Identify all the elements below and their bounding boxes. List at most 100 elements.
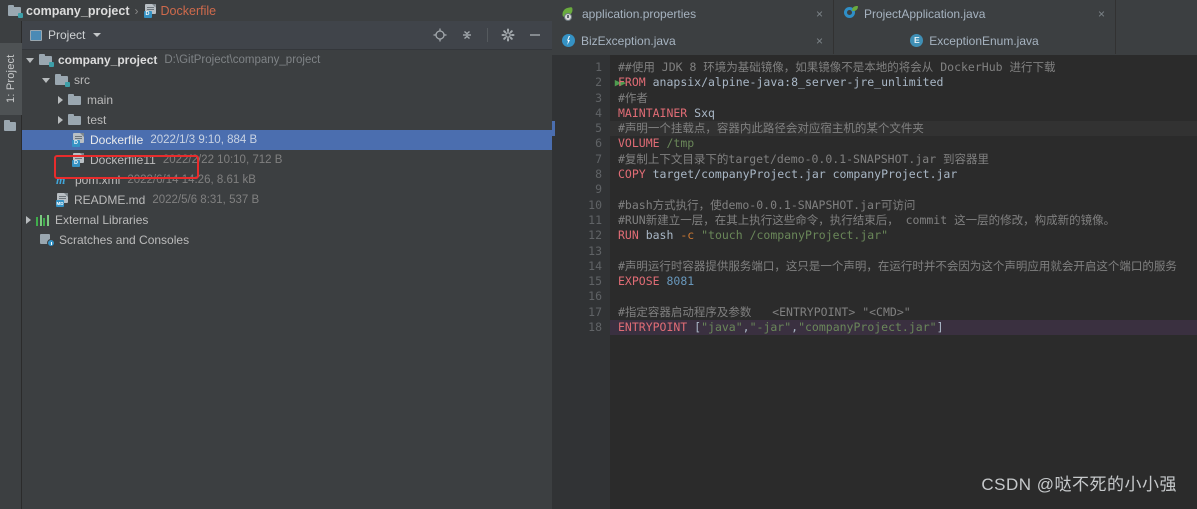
- code-line[interactable]: [610, 182, 1197, 197]
- chevron-down-icon[interactable]: [93, 33, 102, 37]
- sidebar-item-project-toolwindow[interactable]: 1: Project: [0, 43, 22, 115]
- java-class-icon: [562, 34, 575, 47]
- tree-item-label: src: [74, 73, 90, 87]
- code-line[interactable]: COPY target/companyProject.jar companyPr…: [610, 167, 1197, 182]
- tree-row[interactable]: company_project D:\GitProject\company_pro…: [22, 50, 552, 70]
- code-token: ENTRYPOINT: [618, 320, 695, 335]
- editor-tab-content: BizException.java: [562, 34, 676, 48]
- tree-item-label: pom.xml: [75, 173, 121, 187]
- editor-tab[interactable]: application.properties ×: [552, 0, 834, 27]
- code-token: FROM: [618, 75, 653, 90]
- tree-row[interactable]: D Dockerfile11 2022/2/22 10:10, 712 B: [22, 150, 552, 170]
- chevron-right-icon[interactable]: [58, 96, 63, 104]
- code-token: /tmp: [666, 136, 695, 151]
- code-token: 8081: [666, 274, 695, 289]
- code-token: "companyProject.jar": [798, 320, 937, 335]
- editor-tab-row-1[interactable]: application.properties × ProjectApplicatio…: [552, 0, 1197, 27]
- locate-icon[interactable]: [433, 28, 447, 42]
- code-line[interactable]: RUN bash -c "touch /companyProject.jar": [610, 228, 1197, 243]
- code-editor[interactable]: 1 2 ▶▶ 3 4 5 6 7 8 9 10 11 12 13 14 15 16 17 18 ##使用 JDK 8…: [552, 55, 1197, 509]
- code-line[interactable]: #声明一个挂载点，容器内此路径会对应宿主机的某个文件夹: [610, 121, 1197, 137]
- code-token: bash: [645, 228, 681, 243]
- code-line[interactable]: ENTRYPOINT ["java","-jar","companyProjec…: [610, 320, 1197, 336]
- settings-gear-icon[interactable]: [501, 28, 515, 42]
- libraries-icon: [36, 214, 50, 226]
- breadcrumb-item-project[interactable]: company_project: [8, 4, 130, 18]
- tree-item-label: Dockerfile11: [90, 153, 156, 167]
- code-line[interactable]: VOLUME /tmp: [610, 136, 1197, 151]
- editor-tab-content: application.properties: [561, 7, 696, 21]
- gutter-line-number: 1: [595, 60, 602, 74]
- code-token: #声明运行时容器提供服务端口，这只是一个声明，在运行时并不会因为这个声明应用就会…: [618, 258, 1177, 273]
- close-icon[interactable]: ×: [816, 8, 823, 20]
- code-token: ]: [936, 320, 944, 335]
- chevron-right-icon[interactable]: [58, 116, 63, 124]
- ide-window: company_project › D Dockerfile 1: Projec…: [0, 0, 1197, 509]
- code-token: EXPOSE: [618, 274, 667, 289]
- gutter-line-number: 3: [595, 90, 602, 105]
- editor-tab-row-2[interactable]: BizException.java × E ExceptionEnum.java: [552, 27, 1197, 55]
- code-line[interactable]: FROM anapsix/alpine-java:8_server-jre_un…: [610, 75, 1197, 90]
- editor-tab-label: ProjectApplication.java: [864, 6, 986, 21]
- gutter-line-number: 10: [588, 197, 602, 212]
- gutter-line-number: 5: [552, 121, 610, 137]
- gutter-line-number: 15: [588, 274, 602, 289]
- folder-icon: [39, 54, 54, 67]
- code-content[interactable]: ##使用 JDK 8 环境为基础镜像，如果镜像不是本地的将会从 DockerHu…: [610, 55, 1197, 509]
- code-token: COPY: [618, 167, 653, 182]
- code-line[interactable]: #声明运行时容器提供服务端口，这只是一个声明，在运行时并不会因为这个声明应用就会…: [610, 259, 1197, 274]
- code-token: ##使用 JDK 8 环境为基础镜像，如果镜像不是本地的将会从 DockerHu…: [618, 60, 1056, 74]
- breadcrumb-separator: ›: [134, 3, 139, 18]
- tree-item-label: Dockerfile: [90, 133, 144, 147]
- tree-row[interactable]: Scratches and Consoles: [22, 230, 552, 250]
- gutter-line-number: 13: [588, 243, 602, 258]
- tree-item-label: Scratches and Consoles: [59, 233, 190, 247]
- code-line[interactable]: [610, 244, 1197, 259]
- tree-row-selected[interactable]: D Dockerfile 2022/1/3 9:10, 884 B: [22, 130, 552, 150]
- code-line[interactable]: ##使用 JDK 8 环境为基础镜像，如果镜像不是本地的将会从 DockerHu…: [610, 60, 1197, 75]
- code-line[interactable]: #复制上下文目录下的target/demo-0.0.1-SNAPSHOT.jar…: [610, 152, 1197, 167]
- chevron-down-icon[interactable]: [42, 77, 50, 83]
- breadcrumb-file-label: Dockerfile: [160, 3, 217, 18]
- editor-tab[interactable]: BizException.java ×: [552, 27, 834, 54]
- editor-gutter[interactable]: 1 2 ▶▶ 3 4 5 6 7 8 9 10 11 12 13 14 15 16 17 18: [552, 55, 626, 509]
- tree-row[interactable]: src: [22, 70, 552, 90]
- tree-item-meta: 2022/2/22 10:10, 712 B: [162, 154, 283, 166]
- tree-row[interactable]: main: [22, 90, 552, 110]
- collapse-all-icon[interactable]: [460, 28, 474, 42]
- editor-tab[interactable]: E ExceptionEnum.java: [834, 27, 1116, 54]
- watermark: CSDN @哒不死的小小强: [981, 475, 1177, 494]
- tree-row[interactable]: m pom.xml 2022/6/14 14:26, 8.61 kB: [22, 170, 552, 190]
- tree-row[interactable]: External Libraries: [22, 210, 552, 230]
- project-panel-header: Project: [22, 21, 552, 50]
- tree-item-label: README.md: [74, 193, 146, 207]
- code-token: Sxq: [694, 105, 715, 120]
- project-tree[interactable]: company_project D:\GitProject\company_pro…: [22, 50, 552, 509]
- code-token: RUN: [618, 228, 646, 243]
- code-line[interactable]: EXPOSE 8081: [610, 274, 1197, 289]
- code-token: anapsix/alpine-java:8_server-jre_unlimit…: [652, 75, 944, 90]
- code-line[interactable]: [610, 289, 1197, 304]
- code-line[interactable]: #指定容器启动程序及参数 <ENTRYPOINT> "<CMD>": [610, 305, 1197, 320]
- close-icon[interactable]: ×: [1098, 8, 1105, 20]
- project-view-icon: [30, 29, 42, 41]
- editor-tab-label: ExceptionEnum.java: [929, 33, 1039, 48]
- close-icon[interactable]: ×: [816, 35, 823, 47]
- chevron-down-icon[interactable]: [26, 57, 34, 63]
- code-line[interactable]: MAINTAINER Sxq: [610, 106, 1197, 121]
- code-line[interactable]: #bash方式执行，使demo-0.0.1-SNAPSHOT.jar可访问: [610, 198, 1197, 213]
- code-token: "-jar": [749, 320, 792, 335]
- chevron-right-icon[interactable]: [26, 216, 31, 224]
- java-enum-icon: E: [910, 34, 924, 47]
- editor-area: application.properties × ProjectApplicatio…: [552, 0, 1197, 509]
- breadcrumb-project-label: company_project: [26, 3, 130, 18]
- hide-panel-icon[interactable]: [528, 28, 542, 42]
- code-line[interactable]: #作者: [610, 91, 1197, 106]
- editor-tab[interactable]: ProjectApplication.java ×: [834, 0, 1116, 27]
- tree-row[interactable]: test: [22, 110, 552, 130]
- project-view-selector[interactable]: Project: [30, 28, 102, 42]
- tree-row[interactable]: MD README.md 2022/5/6 8:31, 537 B: [22, 190, 552, 210]
- breadcrumb-item-file[interactable]: D Dockerfile: [143, 3, 217, 18]
- code-line[interactable]: #RUN新建立一层，在其上执行这些命令，执行结束后， commit 这一层的修改…: [610, 213, 1197, 228]
- gutter-line-number: 7: [595, 151, 602, 166]
